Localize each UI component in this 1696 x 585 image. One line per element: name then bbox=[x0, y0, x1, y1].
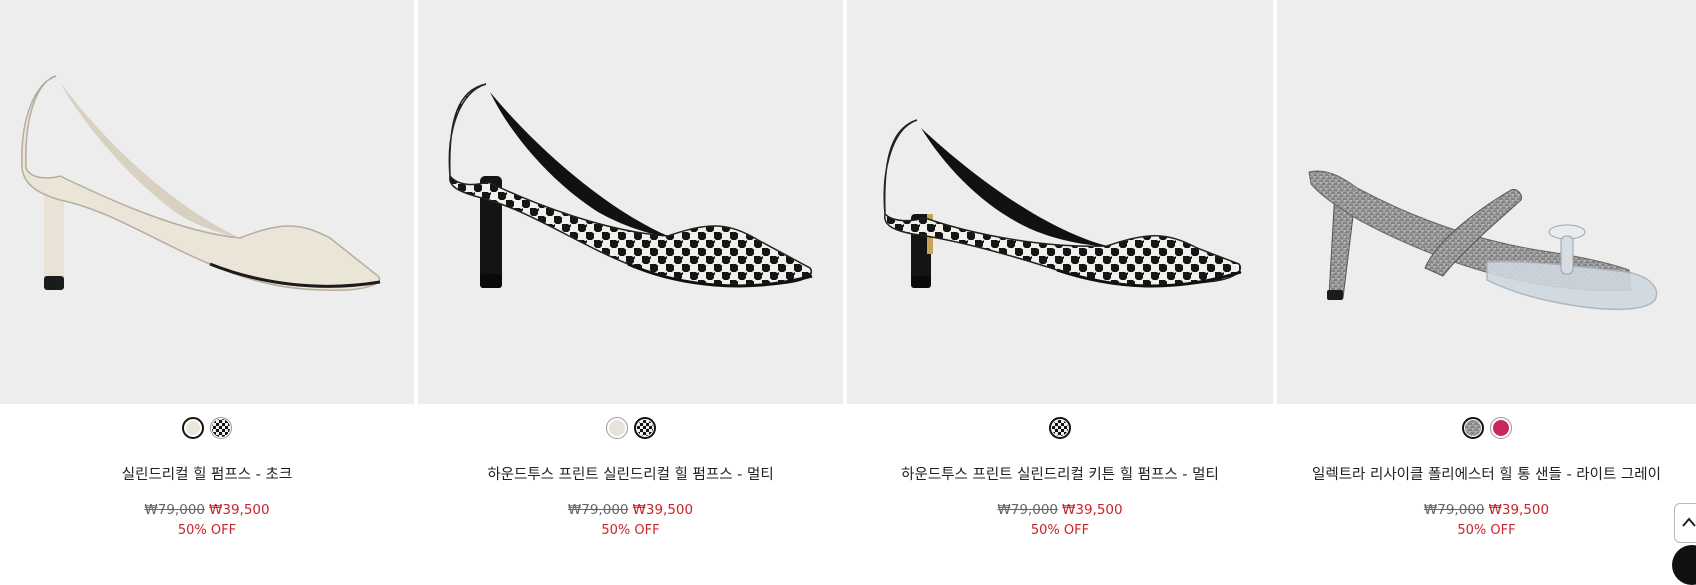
sale-price: ₩39,500 bbox=[1488, 502, 1550, 518]
discount-badge: 50% OFF bbox=[177, 523, 237, 538]
sale-price: ₩39,500 bbox=[1062, 502, 1123, 518]
color-swatch-chalk[interactable] bbox=[605, 417, 628, 439]
original-price: ₩79,000 bbox=[144, 502, 205, 518]
color-swatch-multi[interactable] bbox=[633, 417, 656, 439]
scroll-to-top-button[interactable] bbox=[1674, 503, 1696, 543]
product-image[interactable] bbox=[847, 0, 1273, 404]
product-card[interactable]: 하운드투스 프린트 실린드리컬 힐 펌프스 - 멀티 ₩79,000 ₩39,50… bbox=[418, 0, 843, 555]
original-price: ₩79,000 bbox=[567, 502, 629, 518]
product-card[interactable]: 실린드리컬 힐 펌프스 - 초크 ₩79,000 ₩39,500 50% OFF bbox=[0, 0, 414, 555]
pump-shoe-image bbox=[21, 75, 381, 292]
color-swatches bbox=[0, 417, 414, 439]
price-row: ₩79,000 ₩39,500 bbox=[1277, 502, 1696, 518]
product-name[interactable]: 일렉트라 리사이클 폴리에스터 힐 통 샌들 - 라이트 그레이 bbox=[1277, 463, 1696, 484]
color-swatch-multi[interactable] bbox=[210, 417, 232, 439]
product-grid: 실린드리컬 힐 펌프스 - 초크 ₩79,000 ₩39,500 50% OFF … bbox=[0, 0, 1696, 555]
original-price: ₩79,000 bbox=[997, 502, 1058, 518]
product-card[interactable]: 일렉트라 리사이클 폴리에스터 힐 통 샌들 - 라이트 그레이 ₩79,000… bbox=[1277, 0, 1696, 555]
product-name[interactable]: 하운드투스 프린트 실린드리컬 힐 펌프스 - 멀티 bbox=[418, 463, 843, 484]
price-row: ₩79,000 ₩39,500 bbox=[847, 502, 1273, 518]
original-price: ₩79,000 bbox=[1423, 502, 1485, 518]
product-image[interactable] bbox=[0, 0, 414, 404]
color-swatch-pink[interactable] bbox=[1489, 417, 1512, 439]
price-row: ₩79,000 ₩39,500 bbox=[418, 502, 843, 518]
discount-badge: 50% OFF bbox=[1030, 523, 1090, 538]
product-name[interactable]: 하운드투스 프린트 실린드리컬 키튼 힐 펌프스 - 멀티 bbox=[847, 463, 1273, 484]
chevron-up-icon bbox=[1682, 517, 1696, 527]
color-swatches bbox=[1277, 417, 1696, 439]
color-swatch-multi[interactable] bbox=[1049, 417, 1071, 439]
color-swatches bbox=[418, 417, 843, 439]
sale-price: ₩39,500 bbox=[632, 502, 694, 518]
color-swatches bbox=[847, 417, 1273, 439]
toe-post-sandal-image bbox=[1308, 170, 1658, 311]
color-swatch-chalk[interactable] bbox=[182, 417, 204, 439]
product-image[interactable] bbox=[1277, 0, 1696, 404]
product-card[interactable]: 하운드투스 프린트 실린드리컬 키튼 힐 펌프스 - 멀티 ₩79,000 ₩39… bbox=[847, 0, 1273, 555]
discount-badge: 50% OFF bbox=[1457, 523, 1516, 538]
houndstooth-pump-image bbox=[448, 83, 813, 288]
color-swatch-light-grey[interactable] bbox=[1461, 417, 1484, 439]
sale-price: ₩39,500 bbox=[209, 502, 270, 518]
houndstooth-kitten-heel-image bbox=[883, 119, 1242, 288]
product-image[interactable] bbox=[418, 0, 843, 404]
product-name[interactable]: 실린드리컬 힐 펌프스 - 초크 bbox=[0, 463, 414, 484]
discount-badge: 50% OFF bbox=[601, 523, 660, 538]
price-row: ₩79,000 ₩39,500 bbox=[0, 502, 414, 518]
